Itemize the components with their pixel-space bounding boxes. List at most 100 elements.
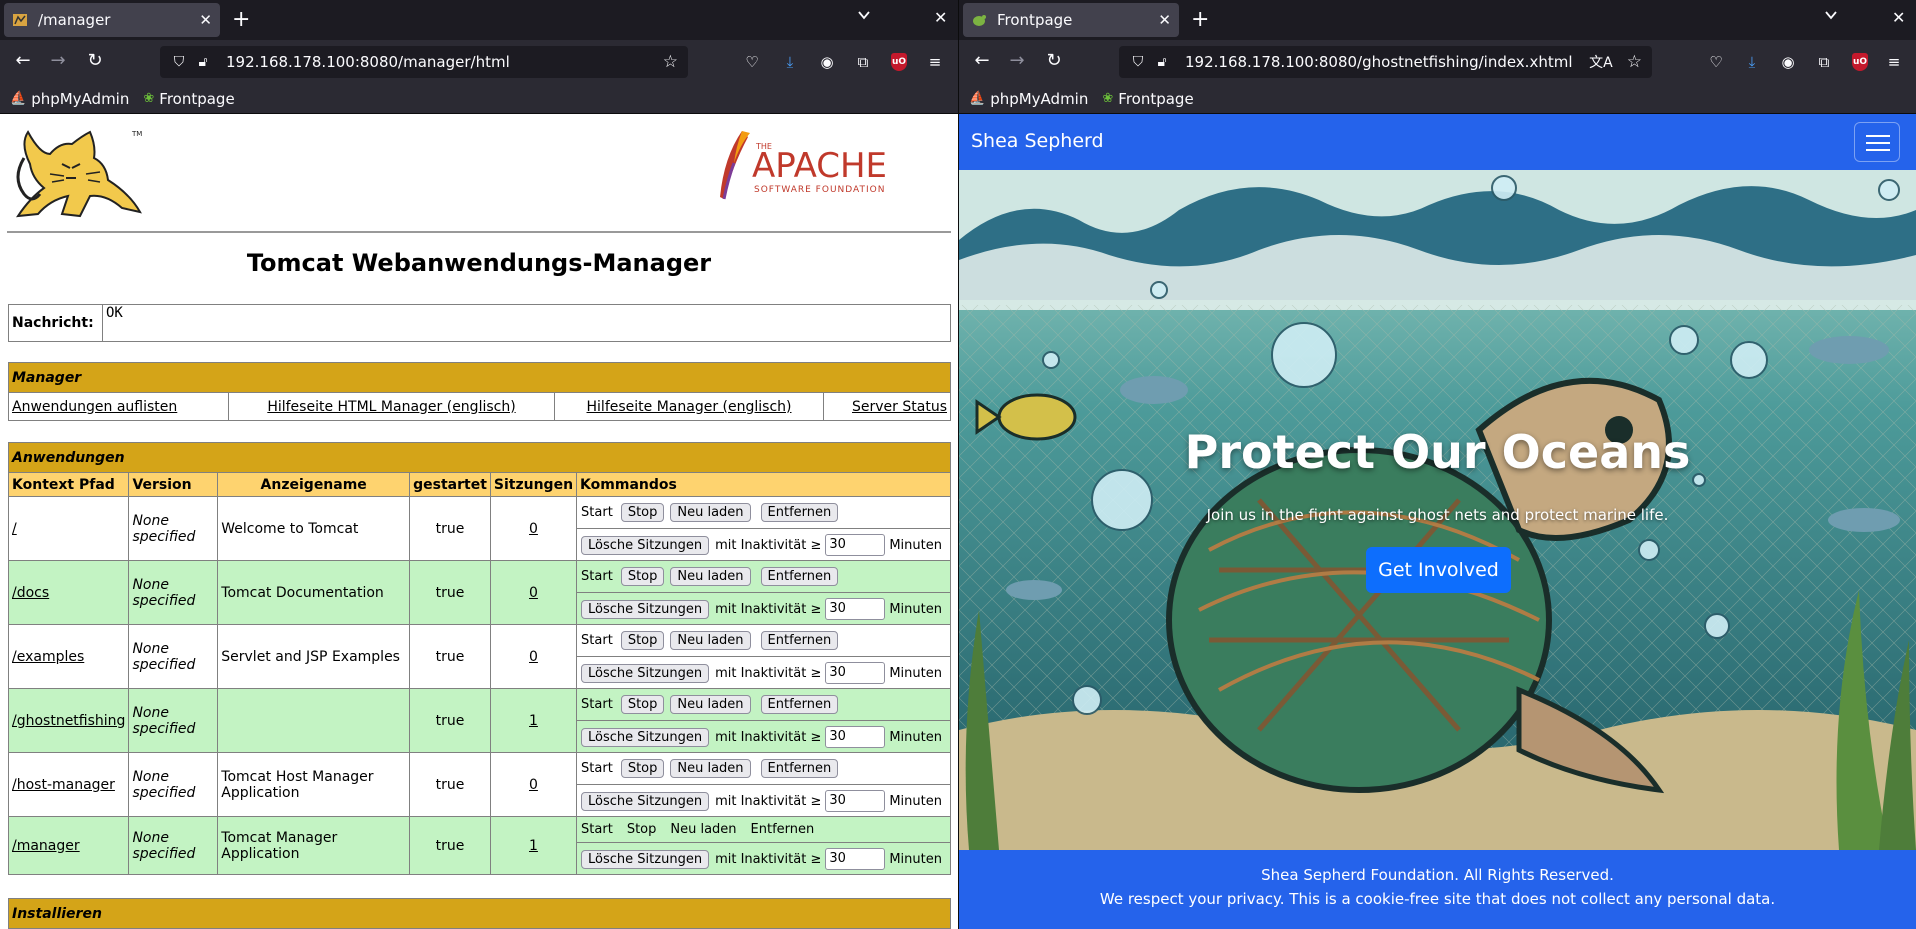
undeploy-button[interactable]: Entfernen [760, 503, 839, 522]
undeploy-button[interactable]: Entfernen [760, 567, 839, 586]
reload-icon[interactable]: ↻ [1043, 50, 1065, 72]
app-path-link[interactable]: /host-manager [12, 777, 115, 793]
apache-logo[interactable]: THE APACHE SOFTWARE FOUNDATION [706, 127, 916, 213]
server-status-link[interactable]: Server Status [852, 399, 947, 415]
close-tab-icon[interactable]: ✕ [199, 11, 212, 29]
bookmark-phpmyadmin[interactable]: ⛵ phpMyAdmin [10, 90, 129, 108]
new-tab-icon[interactable]: + [232, 6, 250, 34]
new-tab-icon[interactable]: + [1191, 6, 1209, 34]
stop-button[interactable]: Stop [620, 695, 665, 714]
idle-minutes-input[interactable]: 30 [825, 661, 886, 684]
url-text[interactable]: 192.168.178.100:8080/manager/html [226, 53, 663, 71]
applications-section-title: Anwendungen [8, 442, 951, 473]
extensions-icon[interactable]: ⧉ [853, 52, 873, 72]
url-bar[interactable]: ⛉ 🔓︎ 192.168.178.100:8080/manager/html ☆ [160, 46, 688, 78]
html-manager-help-link[interactable]: Hilfeseite HTML Manager (englisch) [267, 399, 515, 415]
shield-icon[interactable]: ⛉ [1127, 54, 1149, 70]
bookmark-star-icon[interactable]: ☆ [663, 52, 678, 72]
idle-minutes-input[interactable]: 30 [825, 847, 886, 870]
app-sessions-link[interactable]: 0 [529, 521, 538, 537]
insecure-lock-icon[interactable]: 🔓︎ [192, 54, 214, 70]
get-involved-button[interactable]: Get Involved [1366, 547, 1511, 593]
idle-minutes-input[interactable]: 30 [825, 597, 886, 620]
idle-minutes-input[interactable]: 30 [825, 789, 886, 812]
tab-title: Frontpage [997, 11, 1073, 29]
reload-button[interactable]: Neu laden [670, 503, 751, 522]
stop-button[interactable]: Stop [620, 503, 665, 522]
app-sessions-link[interactable]: 0 [529, 585, 538, 601]
idle-minutes-input[interactable]: 30 [825, 533, 886, 556]
shield-icon[interactable]: ⛉ [168, 54, 190, 70]
account-icon[interactable]: ◉ [1778, 52, 1798, 72]
app-sessions-link[interactable]: 1 [529, 713, 538, 729]
undeploy-button[interactable]: Entfernen [760, 759, 839, 778]
site-brand[interactable]: Shea Sepherd [971, 130, 1104, 152]
reload-label: Neu laden [670, 822, 737, 837]
expire-sessions-button[interactable]: Lösche Sitzungen [581, 663, 710, 683]
close-tab-icon[interactable]: ✕ [1158, 11, 1171, 29]
app-sessions-link[interactable]: 0 [529, 649, 538, 665]
column-header: Sitzungen [489, 472, 578, 497]
forward-icon[interactable]: → [1006, 50, 1028, 72]
bookmark-frontpage[interactable]: ❀ Frontpage [143, 90, 234, 108]
ublock-origin-icon[interactable]: uO [891, 53, 907, 71]
tab-frontpage[interactable]: Frontpage ✕ [963, 3, 1179, 37]
expire-sessions-button[interactable]: Lösche Sitzungen [581, 599, 710, 619]
reload-button[interactable]: Neu laden [670, 567, 751, 586]
idle-suffix: Minuten [889, 601, 942, 617]
start-label: Start [581, 822, 613, 837]
extensions-icon[interactable]: ⧉ [1814, 52, 1834, 72]
app-sessions-link[interactable]: 1 [529, 838, 538, 854]
pocket-icon[interactable]: ♡ [1706, 52, 1726, 72]
account-icon[interactable]: ◉ [817, 52, 837, 72]
list-apps-link[interactable]: Anwendungen auflisten [12, 399, 177, 415]
expire-sessions-button[interactable]: Lösche Sitzungen [581, 727, 710, 747]
app-sessions-link[interactable]: 0 [529, 777, 538, 793]
downloads-icon[interactable]: ⤓ [780, 52, 800, 72]
translate-icon[interactable]: 文A [1589, 52, 1613, 72]
manager-help-link[interactable]: Hilfeseite Manager (englisch) [587, 399, 792, 415]
expire-sessions-button[interactable]: Lösche Sitzungen [581, 535, 710, 555]
stop-button[interactable]: Stop [620, 567, 665, 586]
bookmark-frontpage[interactable]: ❀ Frontpage [1102, 90, 1193, 108]
app-path-link[interactable]: /ghostnetfishing [12, 713, 125, 729]
close-window-icon[interactable]: ✕ [934, 8, 947, 27]
back-icon[interactable]: ← [971, 50, 993, 72]
menu-icon[interactable]: ≡ [925, 52, 945, 72]
stop-button[interactable]: Stop [620, 631, 665, 650]
insecure-lock-icon[interactable]: 🔓︎ [1151, 54, 1173, 70]
stop-button[interactable]: Stop [620, 759, 665, 778]
url-text[interactable]: 192.168.178.100:8080/ghostnetfishing/ind… [1185, 53, 1589, 71]
forward-icon[interactable]: → [47, 50, 69, 72]
pocket-icon[interactable]: ♡ [742, 52, 762, 72]
close-window-icon[interactable]: ✕ [1892, 8, 1905, 27]
tab-manager[interactable]: /manager ✕ [4, 3, 220, 37]
downloads-icon[interactable]: ⤓ [1742, 52, 1762, 72]
back-icon[interactable]: ← [12, 50, 34, 72]
app-version: None specified [128, 560, 219, 625]
tomcat-logo[interactable]: TM [10, 124, 145, 224]
undeploy-button[interactable]: Entfernen [760, 631, 839, 650]
hamburger-menu-icon[interactable] [1854, 122, 1900, 162]
reload-button[interactable]: Neu laden [670, 631, 751, 650]
bookmark-phpmyadmin[interactable]: ⛵ phpMyAdmin [969, 90, 1088, 108]
app-path-link[interactable]: /docs [12, 585, 49, 601]
app-path-link[interactable]: / [12, 521, 17, 537]
undeploy-label: Entfernen [750, 822, 815, 837]
menu-icon[interactable]: ≡ [1884, 52, 1904, 72]
expire-sessions-button[interactable]: Lösche Sitzungen [581, 849, 710, 869]
bookmark-star-icon[interactable]: ☆ [1627, 52, 1642, 72]
idle-minutes-input[interactable]: 30 [825, 725, 886, 748]
list-tabs-icon[interactable] [1824, 8, 1838, 26]
ublock-origin-icon[interactable]: uO [1852, 53, 1868, 71]
app-path-link[interactable]: /examples [12, 649, 84, 665]
reload-icon[interactable]: ↻ [84, 50, 106, 72]
start-label: Start [581, 761, 613, 776]
list-tabs-icon[interactable] [857, 8, 871, 26]
url-bar[interactable]: ⛉ 🔓︎ 192.168.178.100:8080/ghostnetfishin… [1119, 46, 1652, 78]
expire-sessions-button[interactable]: Lösche Sitzungen [581, 791, 710, 811]
undeploy-button[interactable]: Entfernen [760, 695, 839, 714]
app-path-link[interactable]: /manager [12, 838, 80, 854]
reload-button[interactable]: Neu laden [670, 759, 751, 778]
reload-button[interactable]: Neu laden [670, 695, 751, 714]
